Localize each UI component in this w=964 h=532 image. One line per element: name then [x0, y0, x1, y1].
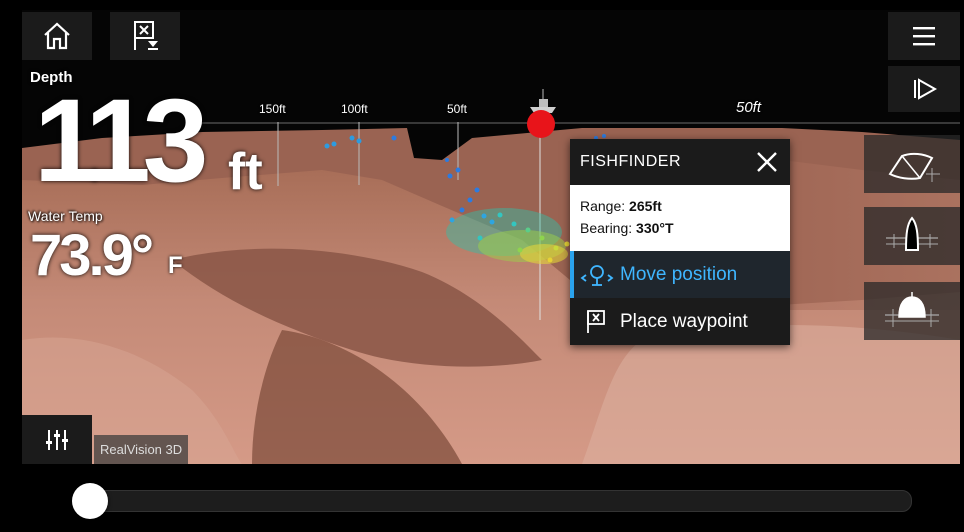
hamburger-menu-icon: [913, 27, 935, 46]
place-waypoint-label: Place waypoint: [620, 310, 748, 332]
range-row: Range: 265ft: [580, 195, 780, 217]
bearing-value: 330°T: [636, 220, 674, 236]
history-slider-track[interactable]: [72, 490, 912, 512]
water-temp-unit: F: [168, 252, 183, 279]
forward-button[interactable]: [888, 66, 960, 112]
range-value: 265ft: [629, 198, 662, 214]
range-marker-100: 100ft: [341, 102, 368, 116]
range-marker-50-right: 50ft: [736, 99, 762, 116]
fishfinder-context-menu: FISHFINDER Range: 265ft Bearing: 330°T M…: [570, 139, 790, 345]
rear-view-button[interactable]: [864, 207, 960, 265]
water-temp-value: 73.9°: [30, 223, 154, 288]
home-button[interactable]: [22, 12, 92, 60]
app-label: RealVision 3D: [94, 435, 189, 464]
realvision-3d-view[interactable]: Depth 113 ft Water Temp 73.9° F 150ft 10…: [22, 10, 960, 464]
settings-button[interactable]: [22, 415, 92, 464]
iso-view-icon: [888, 152, 940, 182]
bearing-row: Bearing: 330°T: [580, 217, 780, 239]
bearing-label: Bearing:: [580, 220, 633, 236]
position-marker: [527, 110, 555, 138]
play-forward-icon: [914, 78, 938, 100]
iso-view-button[interactable]: [864, 135, 960, 193]
range-marker-50-left: 50ft: [447, 102, 468, 116]
rear-view-icon: [886, 216, 938, 251]
front-view-icon: [885, 292, 939, 327]
depth-unit: ft: [228, 143, 263, 201]
waypoint-flag-icon: [134, 21, 158, 50]
move-position-label: Move position: [620, 263, 738, 285]
range-label: Range:: [580, 198, 626, 214]
popup-info: Range: 265ft Bearing: 330°T: [570, 185, 790, 251]
waypoint-button[interactable]: [110, 12, 180, 60]
waypoint-flag-icon: [587, 309, 605, 333]
place-waypoint-item[interactable]: Place waypoint: [570, 298, 790, 345]
menu-button[interactable]: [888, 12, 960, 60]
depth-value: 113: [34, 75, 208, 207]
sliders-settings-icon: [46, 429, 68, 450]
front-view-button[interactable]: [864, 282, 960, 340]
app-frame: Depth 113 ft Water Temp 73.9° F 150ft 10…: [0, 0, 964, 532]
popup-header: FISHFINDER: [570, 139, 790, 185]
range-marker-150: 150ft: [259, 102, 286, 116]
move-position-item[interactable]: Move position: [570, 251, 790, 298]
history-slider-thumb[interactable]: [72, 483, 108, 519]
home-icon: [44, 22, 70, 50]
move-position-icon: [580, 264, 614, 286]
popup-title: FISHFINDER: [580, 153, 681, 170]
close-icon[interactable]: [754, 149, 780, 175]
